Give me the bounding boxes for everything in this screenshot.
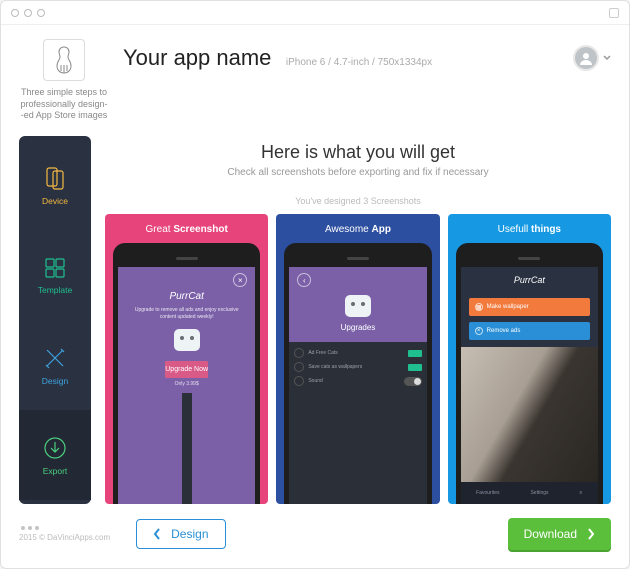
app-window: Three simple steps to professionally des… (0, 0, 630, 569)
bottom-strip (182, 393, 192, 504)
screenshot-caption: Great Screenshot (146, 224, 228, 235)
tab-settings: Settings (530, 490, 548, 496)
phone-frame: ‹ Upgrades Ad Free Cats Save cats as wal… (284, 243, 431, 504)
phone-frame: × PurrCat Upgrade to remove all ads and … (113, 243, 260, 504)
screenshot-caption: Awesome App (325, 224, 391, 235)
window-menu-icon[interactable] (609, 8, 619, 18)
mascot-icon (345, 295, 371, 317)
action-button-wallpaper: ▦Make wallpaper (469, 298, 590, 316)
list-item: Sound (294, 376, 421, 386)
footer-left: 2015 © DaVinciApps.com (19, 526, 110, 542)
chevron-right-icon (587, 528, 595, 540)
sidebar-item-design[interactable]: Design (19, 320, 91, 410)
sidebar-label: Device (42, 196, 68, 206)
davinci-logo-icon (51, 45, 77, 75)
screenshot-card-1[interactable]: Great Screenshot × PurrCat Upgrade to re… (105, 214, 268, 504)
phone-screen: ‹ Upgrades Ad Free Cats Save cats as wal… (289, 267, 426, 504)
sidebar-item-device[interactable]: Device (19, 140, 91, 230)
preview-pane: Here is what you will get Check all scre… (105, 136, 611, 504)
brand-column: Three simple steps to professionally des… (19, 39, 109, 122)
screenshot-row: Great Screenshot × PurrCat Upgrade to re… (105, 214, 611, 504)
avatar (573, 45, 599, 71)
footer-bar: 2015 © DaVinciApps.com Design Download (19, 504, 611, 560)
step-sidebar: Device Template Design Export (19, 136, 91, 504)
back-button-label: Design (171, 527, 208, 541)
user-icon (579, 51, 593, 65)
back-button[interactable]: Design (136, 519, 225, 549)
menu-icon: ≡ (580, 490, 583, 496)
download-button-label: Download (524, 527, 577, 541)
phone-screen: PurrCat ▦Make wallpaper ×Remove ads Favo… (461, 267, 598, 504)
header-row: Three simple steps to professionally des… (19, 39, 611, 122)
preview-subheading: Check all screenshots before exporting a… (105, 167, 611, 178)
list-item: Ad Free Cats (294, 348, 421, 358)
title-column: Your app name iPhone 6 / 4.7-inch / 750x… (123, 39, 559, 71)
export-icon (42, 435, 68, 461)
tab-bar: Favourites Settings ≡ (461, 482, 598, 504)
back-icon: ‹ (297, 273, 311, 287)
remove-icon: × (475, 327, 483, 335)
phone-frame: PurrCat ▦Make wallpaper ×Remove ads Favo… (456, 243, 603, 504)
close-icon: × (233, 273, 247, 287)
user-menu[interactable] (573, 39, 611, 71)
minimize-window-icon[interactable] (24, 9, 32, 17)
cat-image (461, 347, 598, 482)
main-row: Device Template Design Export Here is wh… (19, 136, 611, 504)
preview-heading: Here is what you will get (105, 142, 611, 163)
section-title: Upgrades (341, 323, 376, 332)
main-body: Three simple steps to professionally des… (1, 25, 629, 568)
screenshot-card-2[interactable]: Awesome App ‹ Upgrades Ad Free Cats Save… (276, 214, 439, 504)
settings-list: Ad Free Cats Save cats as wallpapers Sou… (289, 342, 426, 504)
brand-tagline: Three simple steps to professionally des… (19, 87, 109, 122)
app-name-title[interactable]: Your app name (123, 45, 271, 71)
screenshot-caption: Usefull things (498, 224, 561, 235)
chevron-down-icon (603, 54, 611, 62)
phone-screen: × PurrCat Upgrade to remove all ads and … (118, 267, 255, 504)
screenshot-card-3[interactable]: Usefull things PurrCat ▦Make wallpaper ×… (448, 214, 611, 504)
more-icon[interactable] (21, 526, 110, 530)
preview-count-text: You've designed 3 Screenshots (105, 196, 611, 206)
download-button[interactable]: Download (508, 518, 611, 550)
chevron-left-icon (153, 528, 161, 540)
zoom-window-icon[interactable] (37, 9, 45, 17)
brand-logo (43, 39, 85, 81)
upgrade-button: Upgrade Now (165, 361, 208, 378)
price-text: Only 3.99$ (175, 381, 199, 387)
device-icon (42, 165, 68, 191)
app-logo-text: PurrCat (461, 267, 598, 295)
list-item: Save cats as wallpapers (294, 362, 421, 372)
device-meta-text: iPhone 6 / 4.7-inch / 750x1334px (286, 57, 432, 68)
close-window-icon[interactable] (11, 9, 19, 17)
sidebar-label: Export (43, 466, 68, 476)
action-button-removeads: ×Remove ads (469, 322, 590, 340)
tab-favourites: Favourites (476, 490, 499, 496)
app-logo-text: PurrCat (169, 291, 203, 302)
design-icon (42, 345, 68, 371)
copyright-text: 2015 © DaVinciApps.com (19, 533, 110, 542)
sidebar-label: Template (38, 285, 73, 295)
promo-text: Upgrade to remove all ads and enjoy excl… (118, 307, 255, 321)
template-icon (43, 256, 67, 280)
toggle-icon (404, 377, 422, 386)
mascot-icon (174, 329, 200, 351)
sidebar-item-template[interactable]: Template (19, 230, 91, 320)
image-icon: ▦ (475, 303, 483, 311)
window-controls (11, 9, 45, 17)
sidebar-label: Design (42, 376, 68, 386)
sidebar-item-export[interactable]: Export (19, 410, 91, 500)
window-titlebar (1, 1, 629, 25)
